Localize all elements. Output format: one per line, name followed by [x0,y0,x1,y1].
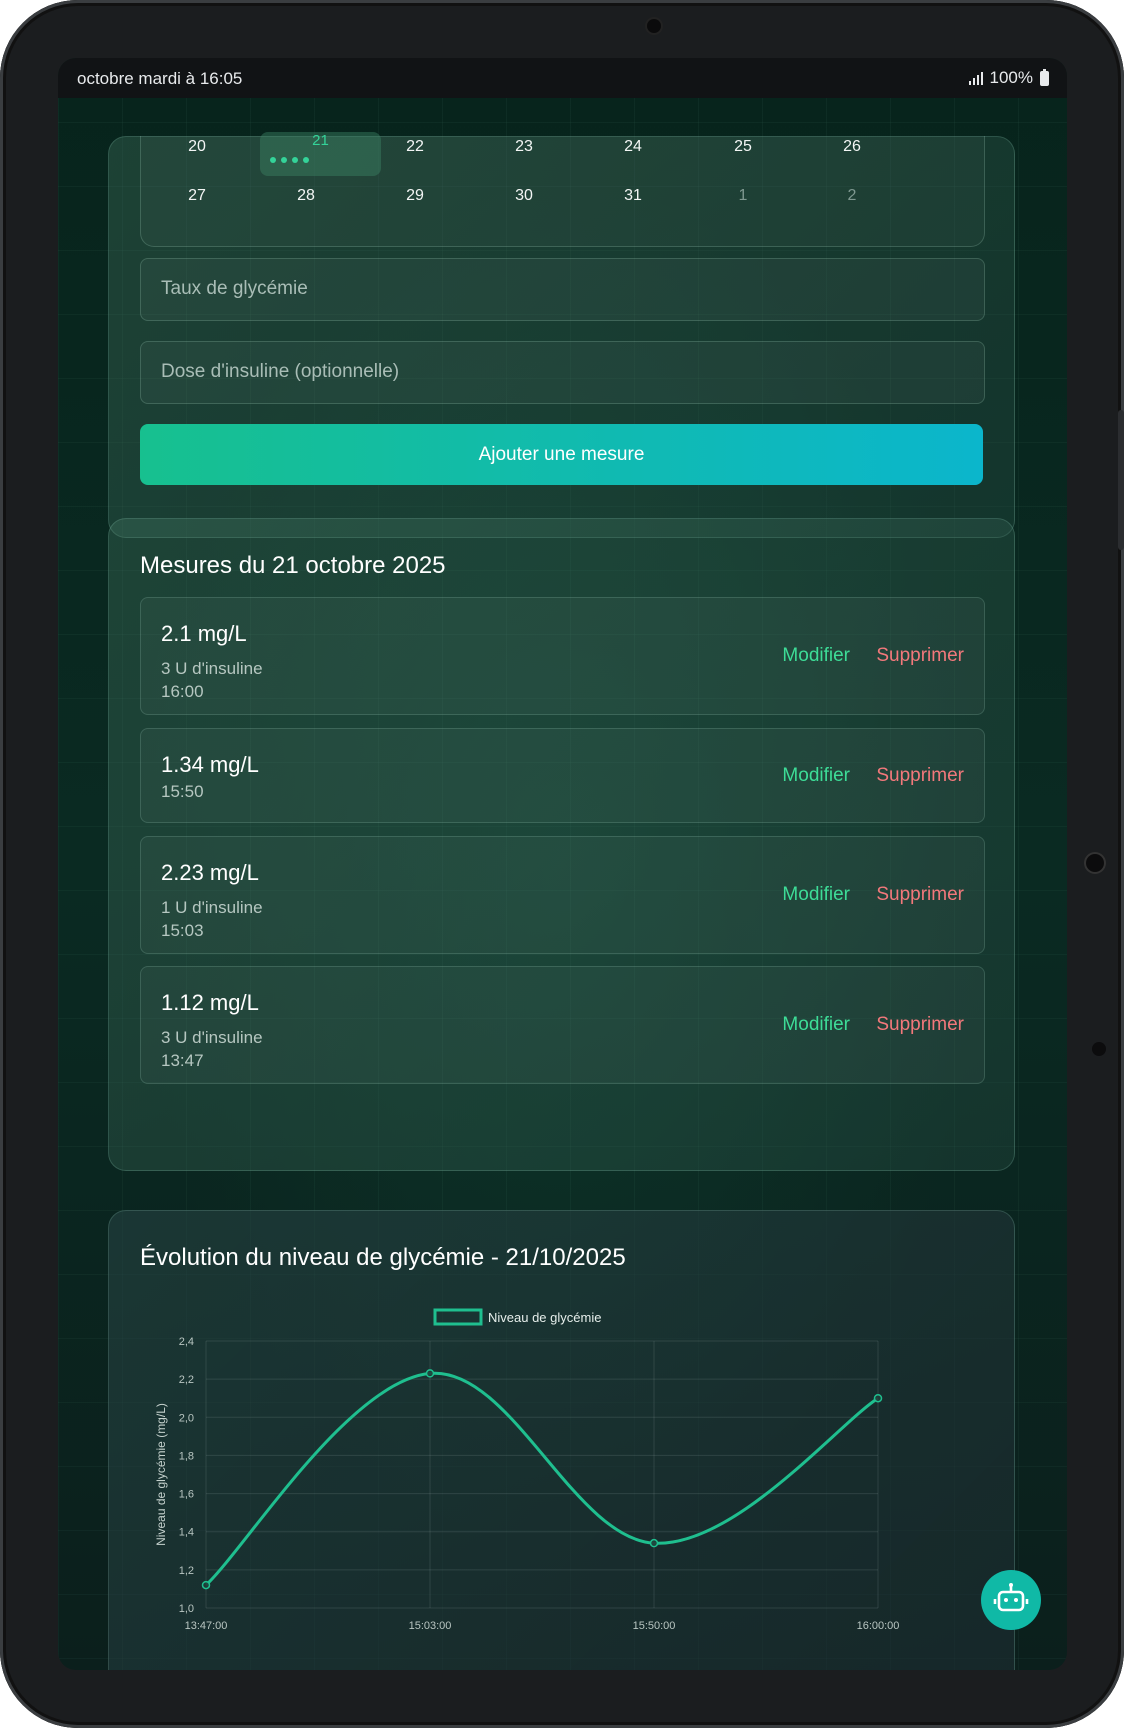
edit-button[interactable]: Modifier [782,884,850,906]
front-camera [647,19,661,33]
calendar-day[interactable]: 22 [385,138,445,156]
chart-card: Évolution du niveau de glycémie - 21/10/… [108,1210,1015,1670]
tablet-frame: 21 20 22 23 24 25 26 27 28 29 30 31 1 2 Taux de glyc… [0,0,1124,1728]
measures-title: Mesures du 21 octobre 2025 [140,552,446,579]
measures-card: Mesures du 21 octobre 2025 2.1 mg/L 3 U d… [108,518,1015,1171]
battery-percent: 100% [989,68,1033,87]
calendar-selected-day[interactable]: 21 [260,132,381,176]
edit-button[interactable]: Modifier [782,645,850,667]
measure-value: 2.23 mg/L [161,860,259,885]
calendar-day[interactable]: 26 [822,138,882,156]
delete-button[interactable]: Supprimer [876,1014,964,1036]
calendar-day[interactable]: 28 [276,187,336,205]
measure-value: 1.34 mg/L [161,752,259,777]
measure-time: 16:00 [161,682,204,701]
calendar-day[interactable]: 23 [494,138,554,156]
calendar-day[interactable]: 29 [385,187,445,205]
measure-item: 1.12 mg/L 3 U d'insuline 13:47 Modifier Supp… [140,966,985,1084]
measure-dots [270,157,309,163]
side-sensor [1086,854,1104,872]
legend-label: Niveau de glycémie [488,1310,601,1325]
calendar-day[interactable]: 20 [167,138,227,156]
status-bar: octobre mardi à 16:05 100% [58,58,1067,98]
series-line [204,1371,879,1587]
volume-button [1118,410,1124,550]
calendar-day[interactable]: 30 [494,187,554,205]
y-tick-label: 2,0 [179,1412,194,1424]
measure-item: 2.1 mg/L 3 U d'insuline 16:00 Modifier Suppr… [140,597,985,715]
status-time: octobre mardi à 16:05 [77,69,243,88]
glucose-placeholder: Taux de glycémie [161,278,308,299]
insulin-input[interactable]: Dose d'insuline (optionnelle) [140,341,985,404]
delete-button[interactable]: Supprimer [876,884,964,906]
assistant-button[interactable] [981,1570,1041,1630]
selected-day-number: 21 [312,132,329,149]
data-point [873,1393,883,1403]
x-tick-label: 15:03:00 [409,1620,452,1632]
data-point [201,1580,211,1590]
screen: 21 20 22 23 24 25 26 27 28 29 30 31 1 2 Taux de glyc… [58,58,1067,1670]
measure-insulin: 3 U d'insuline [161,1028,263,1047]
add-measure-button[interactable]: Ajouter une mesure [140,424,983,485]
y-tick-label: 1,4 [179,1527,194,1539]
calendar: 21 20 22 23 24 25 26 27 28 29 30 31 1 2 [140,132,985,247]
calendar-day[interactable]: 1 [713,187,773,205]
y-tick-label: 1,2 [179,1565,194,1577]
measure-item: 2.23 mg/L 1 U d'insuline 15:03 Modifier Supp… [140,836,985,954]
measure-time: 13:47 [161,1051,204,1070]
y-tick-label: 2,2 [179,1374,194,1386]
delete-button[interactable]: Supprimer [876,645,964,667]
calendar-day[interactable]: 31 [603,187,663,205]
measure-insulin: 3 U d'insuline [161,659,263,678]
glucose-chart: 1,0 1,2 1,4 1,6 1,8 2,0 2,2 2,4 13:47:00 15:03:00… [154,1308,900,1632]
y-tick-label: 2,4 [179,1336,194,1348]
delete-button[interactable]: Supprimer [876,765,964,787]
calendar-day[interactable]: 27 [167,187,227,205]
edit-button[interactable]: Modifier [782,1014,850,1036]
side-dot [1092,1042,1106,1056]
data-point [425,1369,435,1378]
robot-icon [993,1583,1029,1612]
entry-card: 21 20 22 23 24 25 26 27 28 29 30 31 1 2 Taux de glyc… [108,132,1015,538]
y-tick-label: 1,6 [179,1489,194,1501]
glucose-input[interactable]: Taux de glycémie [140,258,985,321]
battery-icon [1040,68,1049,86]
y-tick-label: 1,8 [179,1450,194,1462]
legend-swatch [433,1308,483,1326]
y-tick-label: 1,0 [179,1603,194,1615]
x-tick-label: 15:50:00 [633,1620,676,1632]
signal-icon [968,71,983,85]
insulin-placeholder: Dose d'insuline (optionnelle) [161,361,400,382]
measure-value: 2.1 mg/L [161,621,247,646]
measure-value: 1.12 mg/L [161,990,259,1015]
edit-button[interactable]: Modifier [782,765,850,787]
y-axis-label: Niveau de glycémie (mg/L) [154,1403,168,1546]
measure-item: 1.34 mg/L 15:50 Modifier Supprimer [140,728,985,823]
data-point [649,1538,659,1548]
measure-insulin: 1 U d'insuline [161,898,263,917]
measure-time: 15:03 [161,921,204,940]
x-tick-label: 16:00:00 [857,1620,900,1632]
calendar-day[interactable]: 2 [822,187,882,205]
calendar-day[interactable]: 24 [603,138,663,156]
status-right: 100% [968,68,1049,88]
measure-time: 15:50 [161,782,204,801]
calendar-day[interactable]: 25 [713,138,773,156]
x-tick-label: 13:47:00 [185,1620,228,1632]
